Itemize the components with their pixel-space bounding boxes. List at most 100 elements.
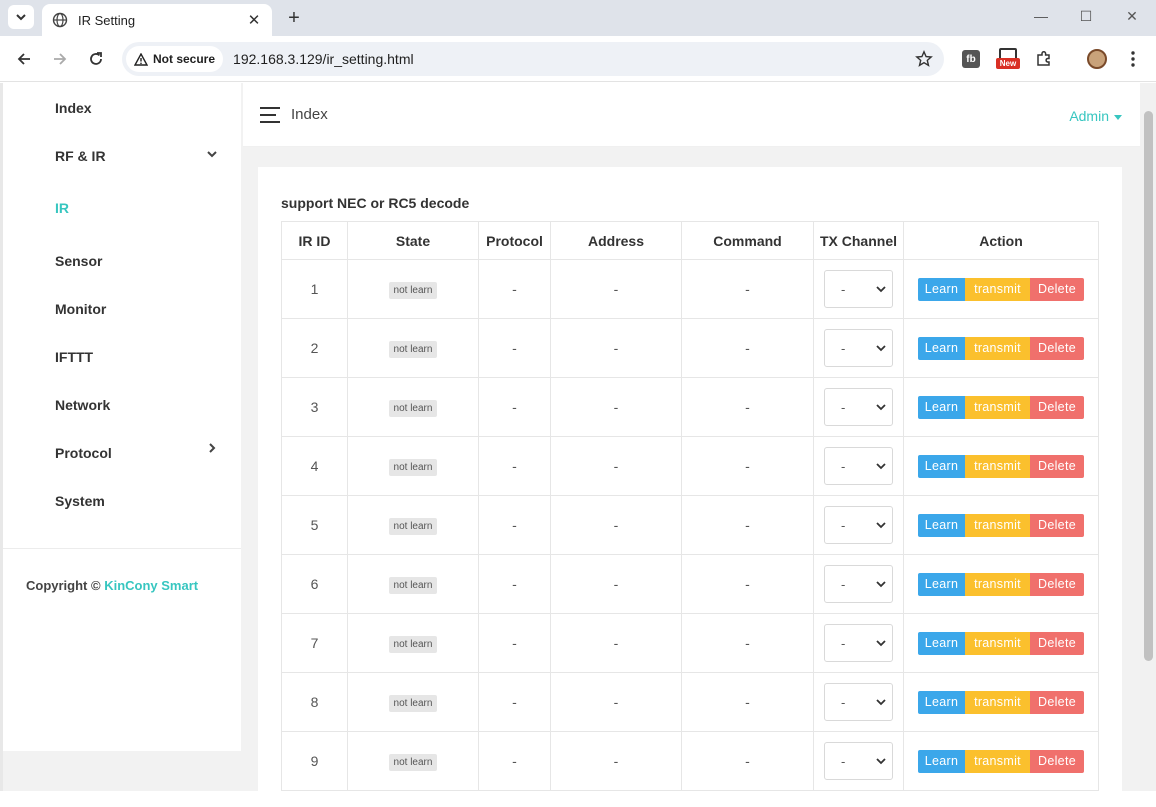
delete-button[interactable]: Delete xyxy=(1030,749,1084,773)
state-badge: not learn xyxy=(388,399,438,417)
learn-button[interactable]: Learn xyxy=(918,513,965,537)
delete-button[interactable]: Delete xyxy=(1030,395,1084,419)
extension-fb-icon[interactable]: fb xyxy=(960,48,982,70)
maximize-button[interactable]: ☐ xyxy=(1063,4,1109,28)
action-cell: Learn transmit Delete xyxy=(903,436,1099,496)
user-menu[interactable]: Admin xyxy=(1069,108,1122,124)
copyright-prefix: Copyright © xyxy=(26,578,101,593)
tx-channel-select[interactable]: - xyxy=(824,270,893,308)
sidebar-item-system[interactable]: System xyxy=(55,493,105,513)
sidebar: Index RF & IR IR Sensor Monitor IFTTT Ne… xyxy=(3,83,241,751)
menu-toggle-icon[interactable] xyxy=(260,107,280,123)
tx-channel-cell: - xyxy=(813,554,904,614)
security-chip[interactable]: Not secure xyxy=(126,46,224,72)
action-group: Learn transmit Delete xyxy=(918,513,1084,537)
sidebar-item-ifttt[interactable]: IFTTT xyxy=(55,349,93,369)
forward-button[interactable] xyxy=(48,47,72,71)
learn-button[interactable]: Learn xyxy=(918,454,965,478)
bookmark-star-icon[interactable] xyxy=(914,49,934,69)
transmit-button[interactable]: transmit xyxy=(965,277,1030,301)
delete-button[interactable]: Delete xyxy=(1030,277,1084,301)
page-header: Index Admin xyxy=(243,83,1156,147)
transmit-button[interactable]: transmit xyxy=(965,395,1030,419)
sidebar-item-sensor[interactable]: Sensor xyxy=(55,253,102,273)
delete-button[interactable]: Delete xyxy=(1030,690,1084,714)
tx-channel-select[interactable]: - xyxy=(824,624,893,662)
table-row: 2 not learn - - - - Learn transmit Delete xyxy=(281,318,1099,378)
tx-channel-cell: - xyxy=(813,259,904,319)
sidebar-item-index[interactable]: Index xyxy=(55,100,92,120)
delete-button[interactable]: Delete xyxy=(1030,513,1084,537)
sidebar-item-rf-ir[interactable]: RF & IR xyxy=(55,148,106,168)
ir-id-cell: 6 xyxy=(281,554,348,614)
learn-button[interactable]: Learn xyxy=(918,336,965,360)
learn-button[interactable]: Learn xyxy=(918,749,965,773)
protocol-cell: - xyxy=(478,436,551,496)
learn-button[interactable]: Learn xyxy=(918,572,965,596)
address-bar[interactable]: Not secure 192.168.3.129/ir_setting.html xyxy=(122,42,944,76)
tx-channel-select[interactable]: - xyxy=(824,506,893,544)
state-badge: not learn xyxy=(388,694,438,712)
state-badge: not learn xyxy=(388,753,438,771)
table-row: 4 not learn - - - - Learn transmit Delete xyxy=(281,436,1099,496)
learn-button[interactable]: Learn xyxy=(918,631,965,655)
chevron-down-icon xyxy=(876,286,886,293)
back-button[interactable] xyxy=(12,47,36,71)
tx-channel-select[interactable]: - xyxy=(824,329,893,367)
command-cell: - xyxy=(681,672,814,732)
sidebar-item-protocol[interactable]: Protocol xyxy=(55,445,112,465)
sidebar-item-monitor[interactable]: Monitor xyxy=(55,301,106,321)
tx-channel-select[interactable]: - xyxy=(824,742,893,780)
breadcrumb[interactable]: Index xyxy=(291,106,328,123)
sidebar-divider xyxy=(3,548,241,549)
extension-new-icon[interactable]: New xyxy=(995,48,1021,70)
transmit-button[interactable]: transmit xyxy=(965,749,1030,773)
browser-tab[interactable]: IR Setting ✕ xyxy=(42,4,272,36)
delete-button[interactable]: Delete xyxy=(1030,454,1084,478)
new-tab-button[interactable]: + xyxy=(282,6,306,30)
delete-button[interactable]: Delete xyxy=(1030,572,1084,596)
transmit-button[interactable]: transmit xyxy=(965,572,1030,596)
chevron-down-icon xyxy=(16,14,26,21)
learn-button[interactable]: Learn xyxy=(918,277,965,301)
delete-button[interactable]: Delete xyxy=(1030,336,1084,360)
page-scrollbar[interactable] xyxy=(1140,83,1156,791)
learn-button[interactable]: Learn xyxy=(918,395,965,419)
browser-menu-icon[interactable] xyxy=(1122,48,1144,70)
state-cell: not learn xyxy=(347,554,479,614)
column-header: Command xyxy=(681,221,814,260)
reload-button[interactable] xyxy=(84,47,108,71)
sidebar-item-ir[interactable]: IR xyxy=(55,200,69,220)
chevron-down-icon[interactable] xyxy=(205,147,219,161)
extensions-puzzle-icon[interactable] xyxy=(1033,48,1055,70)
tab-search-button[interactable] xyxy=(8,5,34,29)
transmit-button[interactable]: transmit xyxy=(965,336,1030,360)
copyright-brand-link[interactable]: KinCony Smart xyxy=(104,578,198,593)
profile-avatar[interactable] xyxy=(1086,48,1108,70)
state-badge: not learn xyxy=(388,458,438,476)
action-cell: Learn transmit Delete xyxy=(903,259,1099,319)
state-badge: not learn xyxy=(388,281,438,299)
address-cell: - xyxy=(550,436,682,496)
url-text: 192.168.3.129/ir_setting.html xyxy=(233,51,414,67)
close-window-button[interactable]: ✕ xyxy=(1109,4,1155,28)
tx-channel-select[interactable]: - xyxy=(824,683,893,721)
ir-id-cell: 7 xyxy=(281,613,348,673)
scrollbar-thumb[interactable] xyxy=(1144,111,1153,661)
chevron-right-icon[interactable] xyxy=(205,441,219,455)
transmit-button[interactable]: transmit xyxy=(965,454,1030,478)
transmit-button[interactable]: transmit xyxy=(965,631,1030,655)
close-tab-icon[interactable]: ✕ xyxy=(246,12,262,29)
column-header: State xyxy=(347,221,479,260)
transmit-button[interactable]: transmit xyxy=(965,690,1030,714)
tx-channel-select[interactable]: - xyxy=(824,565,893,603)
delete-button[interactable]: Delete xyxy=(1030,631,1084,655)
minimize-button[interactable]: — xyxy=(1018,4,1064,28)
transmit-button[interactable]: transmit xyxy=(965,513,1030,537)
protocol-cell: - xyxy=(478,377,551,437)
learn-button[interactable]: Learn xyxy=(918,690,965,714)
sidebar-item-network[interactable]: Network xyxy=(55,397,110,417)
tx-channel-select[interactable]: - xyxy=(824,388,893,426)
tx-channel-select[interactable]: - xyxy=(824,447,893,485)
ir-id-cell: 5 xyxy=(281,495,348,555)
